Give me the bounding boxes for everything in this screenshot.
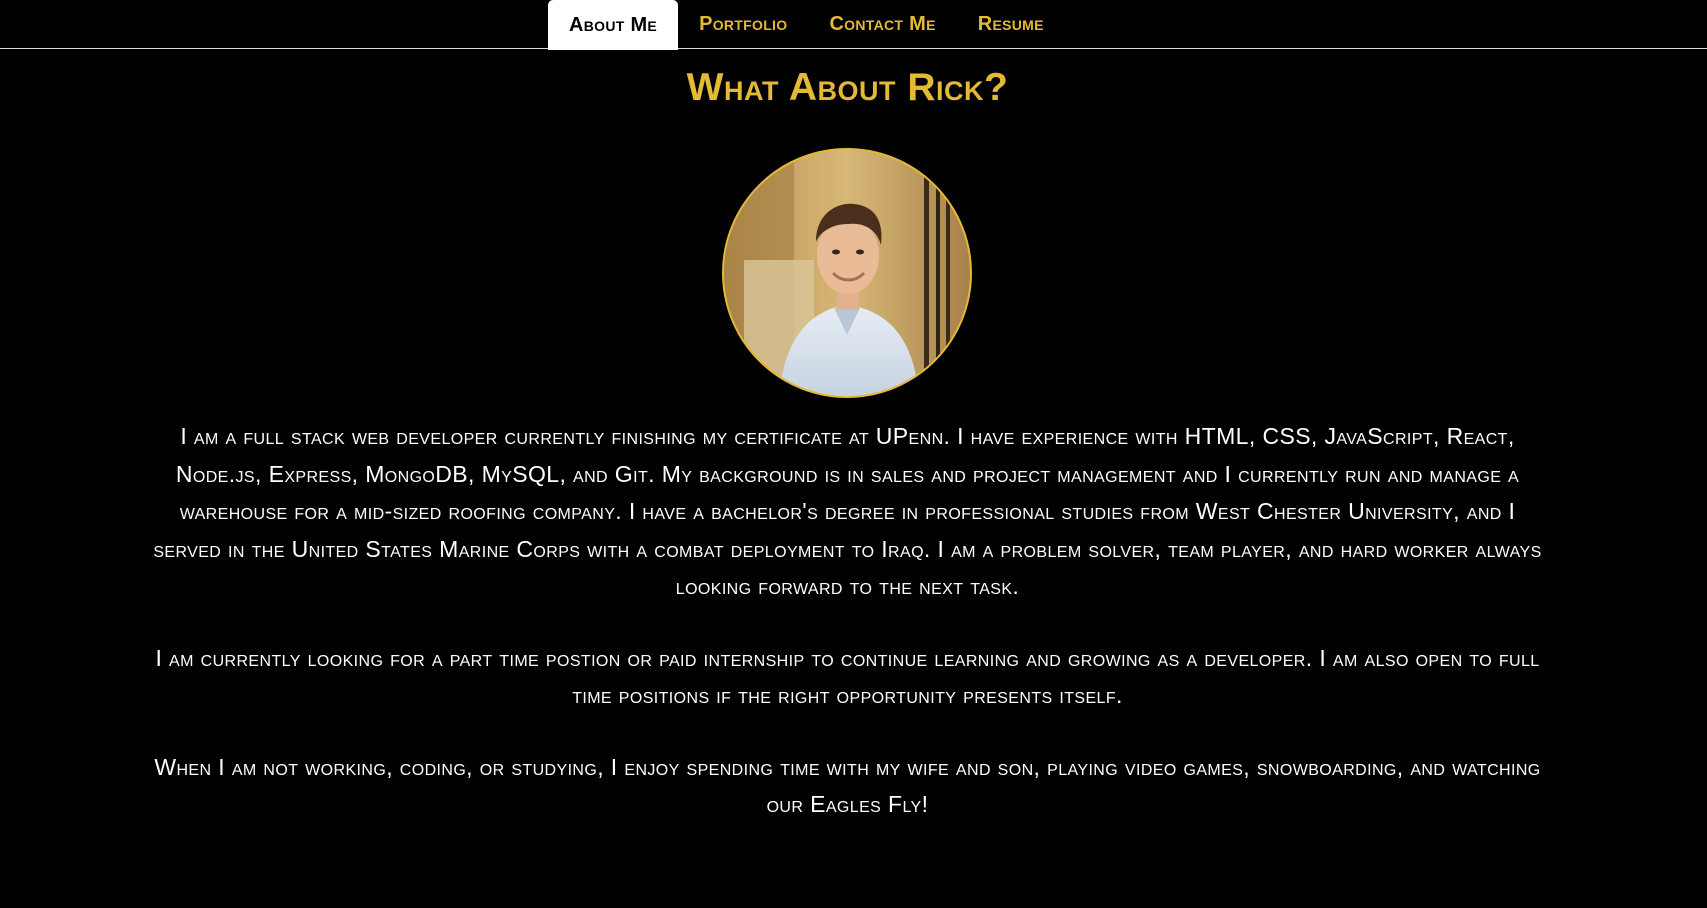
tab-resume[interactable]: Resume xyxy=(957,0,1065,49)
tab-portfolio[interactable]: Portfolio xyxy=(678,0,808,49)
bio-paragraph-job-search: I am currently looking for a part time p… xyxy=(155,644,1540,709)
tab-about-me[interactable]: About Me xyxy=(548,0,679,50)
tab-contact-me[interactable]: Contact Me xyxy=(808,0,956,49)
nav-tabs: About Me Portfolio Contact Me Resume xyxy=(548,0,1065,50)
profile-photo xyxy=(722,148,972,398)
navbar: About Me Portfolio Contact Me Resume xyxy=(0,0,1707,50)
profile-photo-illustration xyxy=(724,150,970,396)
bio-paragraph-hobbies: When I am not working, coding, or studyi… xyxy=(154,753,1541,818)
bio-paragraph-intro: I am a full stack web developer currentl… xyxy=(153,423,1542,599)
bio-section: I am a full stack web developer currentl… xyxy=(145,418,1550,858)
page-title: What About Rick? xyxy=(686,66,1009,109)
